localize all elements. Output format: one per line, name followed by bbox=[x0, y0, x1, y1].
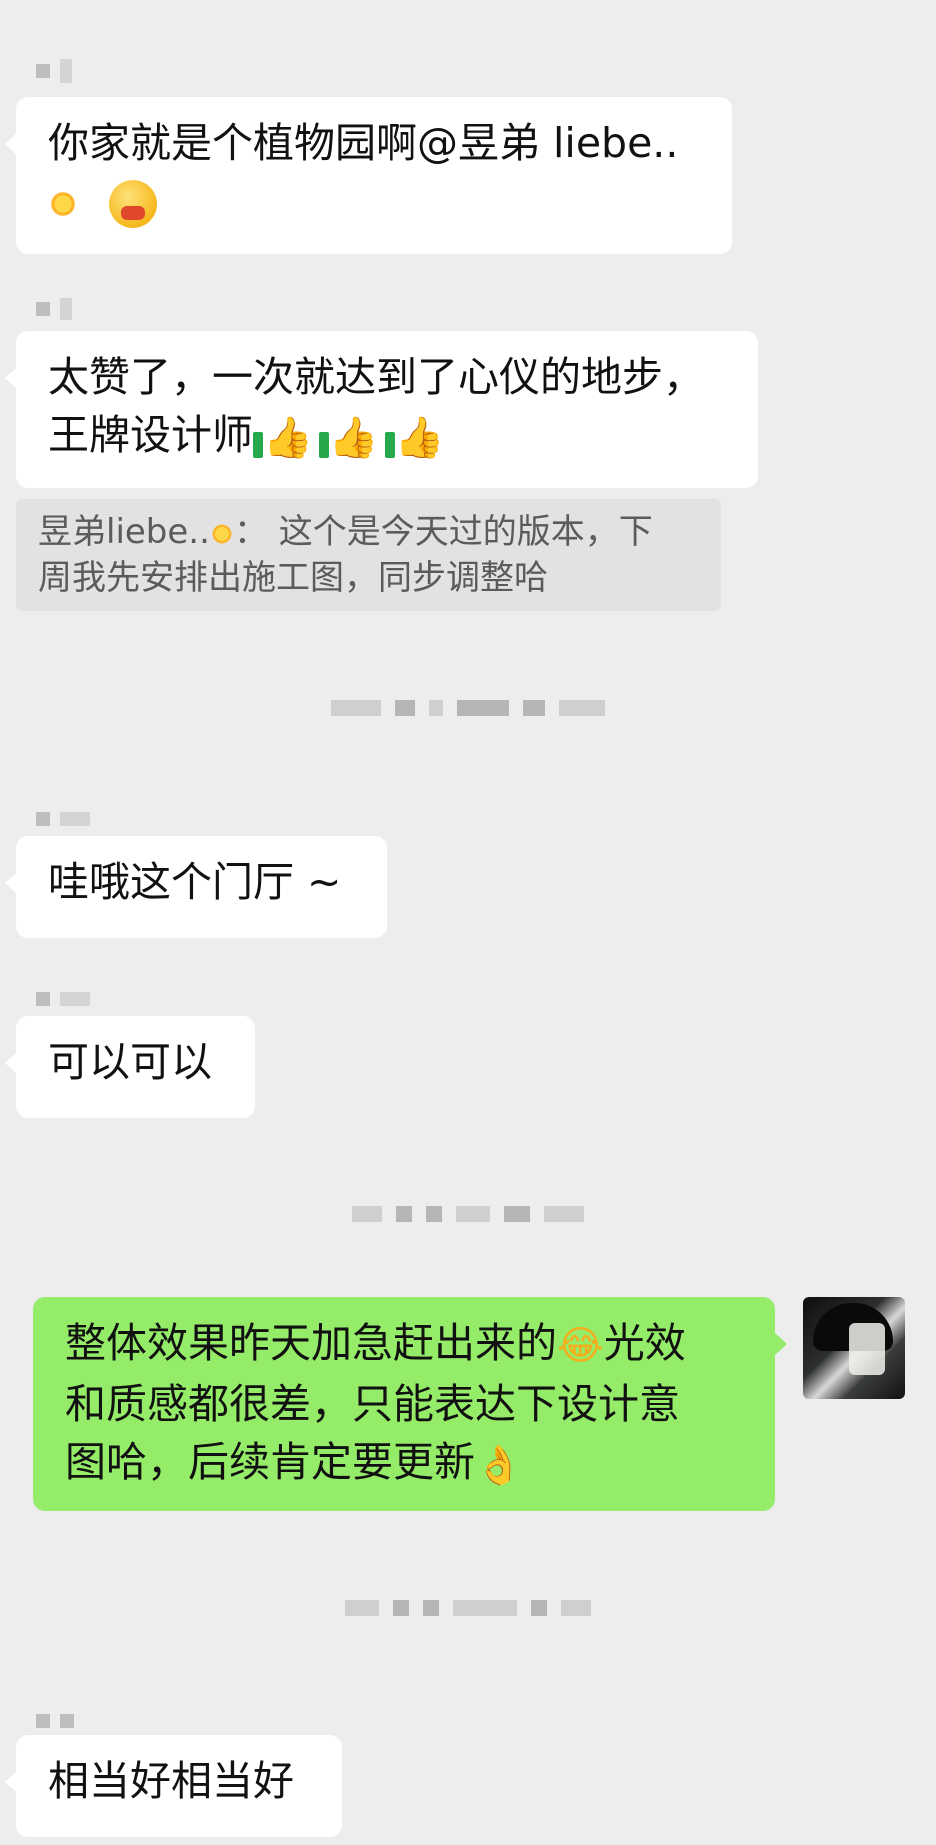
message-bubble-sent[interactable]: 整体效果昨天加急赶出来的😂光效 和质感都很差，只能表达下设计意 图哈，后续肯定要… bbox=[33, 1297, 787, 1511]
sun-icon bbox=[48, 189, 78, 219]
laughing-tears-icon: 😂 bbox=[557, 1323, 604, 1369]
message-text: 你家就是个植物园啊@昱弟 liebe.. bbox=[48, 119, 679, 167]
message-bubble[interactable]: 可以可以 bbox=[5, 1016, 255, 1118]
sender-name-blurred bbox=[36, 298, 72, 320]
message-bubble[interactable]: 哇哦这个门厅 ~ bbox=[5, 836, 387, 938]
quoted-message[interactable]: 昱弟liebe.. ： 这个是今天过的版本，下 周我先安排出施工图，同步调整哈 bbox=[16, 499, 721, 611]
message-bubble[interactable]: 太赞了，一次就达到了心仪的地步， 王牌设计师 👍 👍 👍 bbox=[5, 331, 758, 488]
timestamp-blurred bbox=[0, 1596, 936, 1620]
message-text: 相当好相当好 bbox=[48, 1757, 294, 1805]
ok-hand-icon: 👌 bbox=[475, 1443, 523, 1487]
message-text: 王牌设计师 bbox=[48, 411, 253, 459]
thumbs-up-icon: 👍 bbox=[318, 418, 379, 458]
quote-text: ： 这个是今天过的版本，下 bbox=[233, 512, 653, 552]
sender-name-blurred bbox=[36, 810, 90, 828]
message-text: 太赞了，一次就达到了心仪的地步， bbox=[48, 353, 704, 401]
message-text: 哇哦这个门厅 ~ bbox=[48, 858, 342, 906]
message-text: 可以可以 bbox=[48, 1038, 212, 1086]
thumbs-up-icon: 👍 bbox=[384, 418, 444, 458]
heart-face-icon bbox=[109, 180, 158, 228]
message-text: 整体效果昨天加急赶出来的 bbox=[65, 1319, 557, 1367]
avatar-glare bbox=[849, 1323, 885, 1375]
timestamp-blurred bbox=[0, 696, 936, 720]
message-text: 图哈，后续肯定要更新 bbox=[65, 1438, 475, 1486]
message-bubble[interactable]: 相当好相当好 bbox=[5, 1735, 342, 1837]
message-text-line-1: 整体效果昨天加急赶出来的😂光效 bbox=[65, 1314, 743, 1375]
message-text: 和质感都很差，只能表达下设计意 bbox=[65, 1380, 680, 1428]
thumbs-up-icon: 👍 bbox=[253, 418, 313, 458]
timestamp-blurred bbox=[0, 1202, 936, 1226]
sun-icon bbox=[209, 521, 234, 546]
message-text-line-2: 王牌设计师 👍 👍 👍 bbox=[48, 406, 726, 464]
quote-author: 昱弟liebe.. bbox=[38, 512, 210, 552]
message-text: 光效 bbox=[603, 1319, 686, 1367]
avatar[interactable] bbox=[803, 1297, 905, 1399]
message-text-line-3: 图哈，后续肯定要更新👌 bbox=[65, 1433, 743, 1494]
sender-name-blurred bbox=[36, 1712, 74, 1730]
sender-name-blurred bbox=[36, 990, 90, 1008]
message-emoji-line bbox=[48, 172, 700, 230]
quote-line-1: 昱弟liebe.. ： 这个是今天过的版本，下 bbox=[38, 509, 699, 555]
quote-text: 周我先安排出施工图，同步调整哈 bbox=[38, 558, 548, 598]
sender-name-blurred bbox=[36, 59, 72, 83]
message-bubble[interactable]: 你家就是个植物园啊@昱弟 liebe.. bbox=[5, 97, 732, 254]
